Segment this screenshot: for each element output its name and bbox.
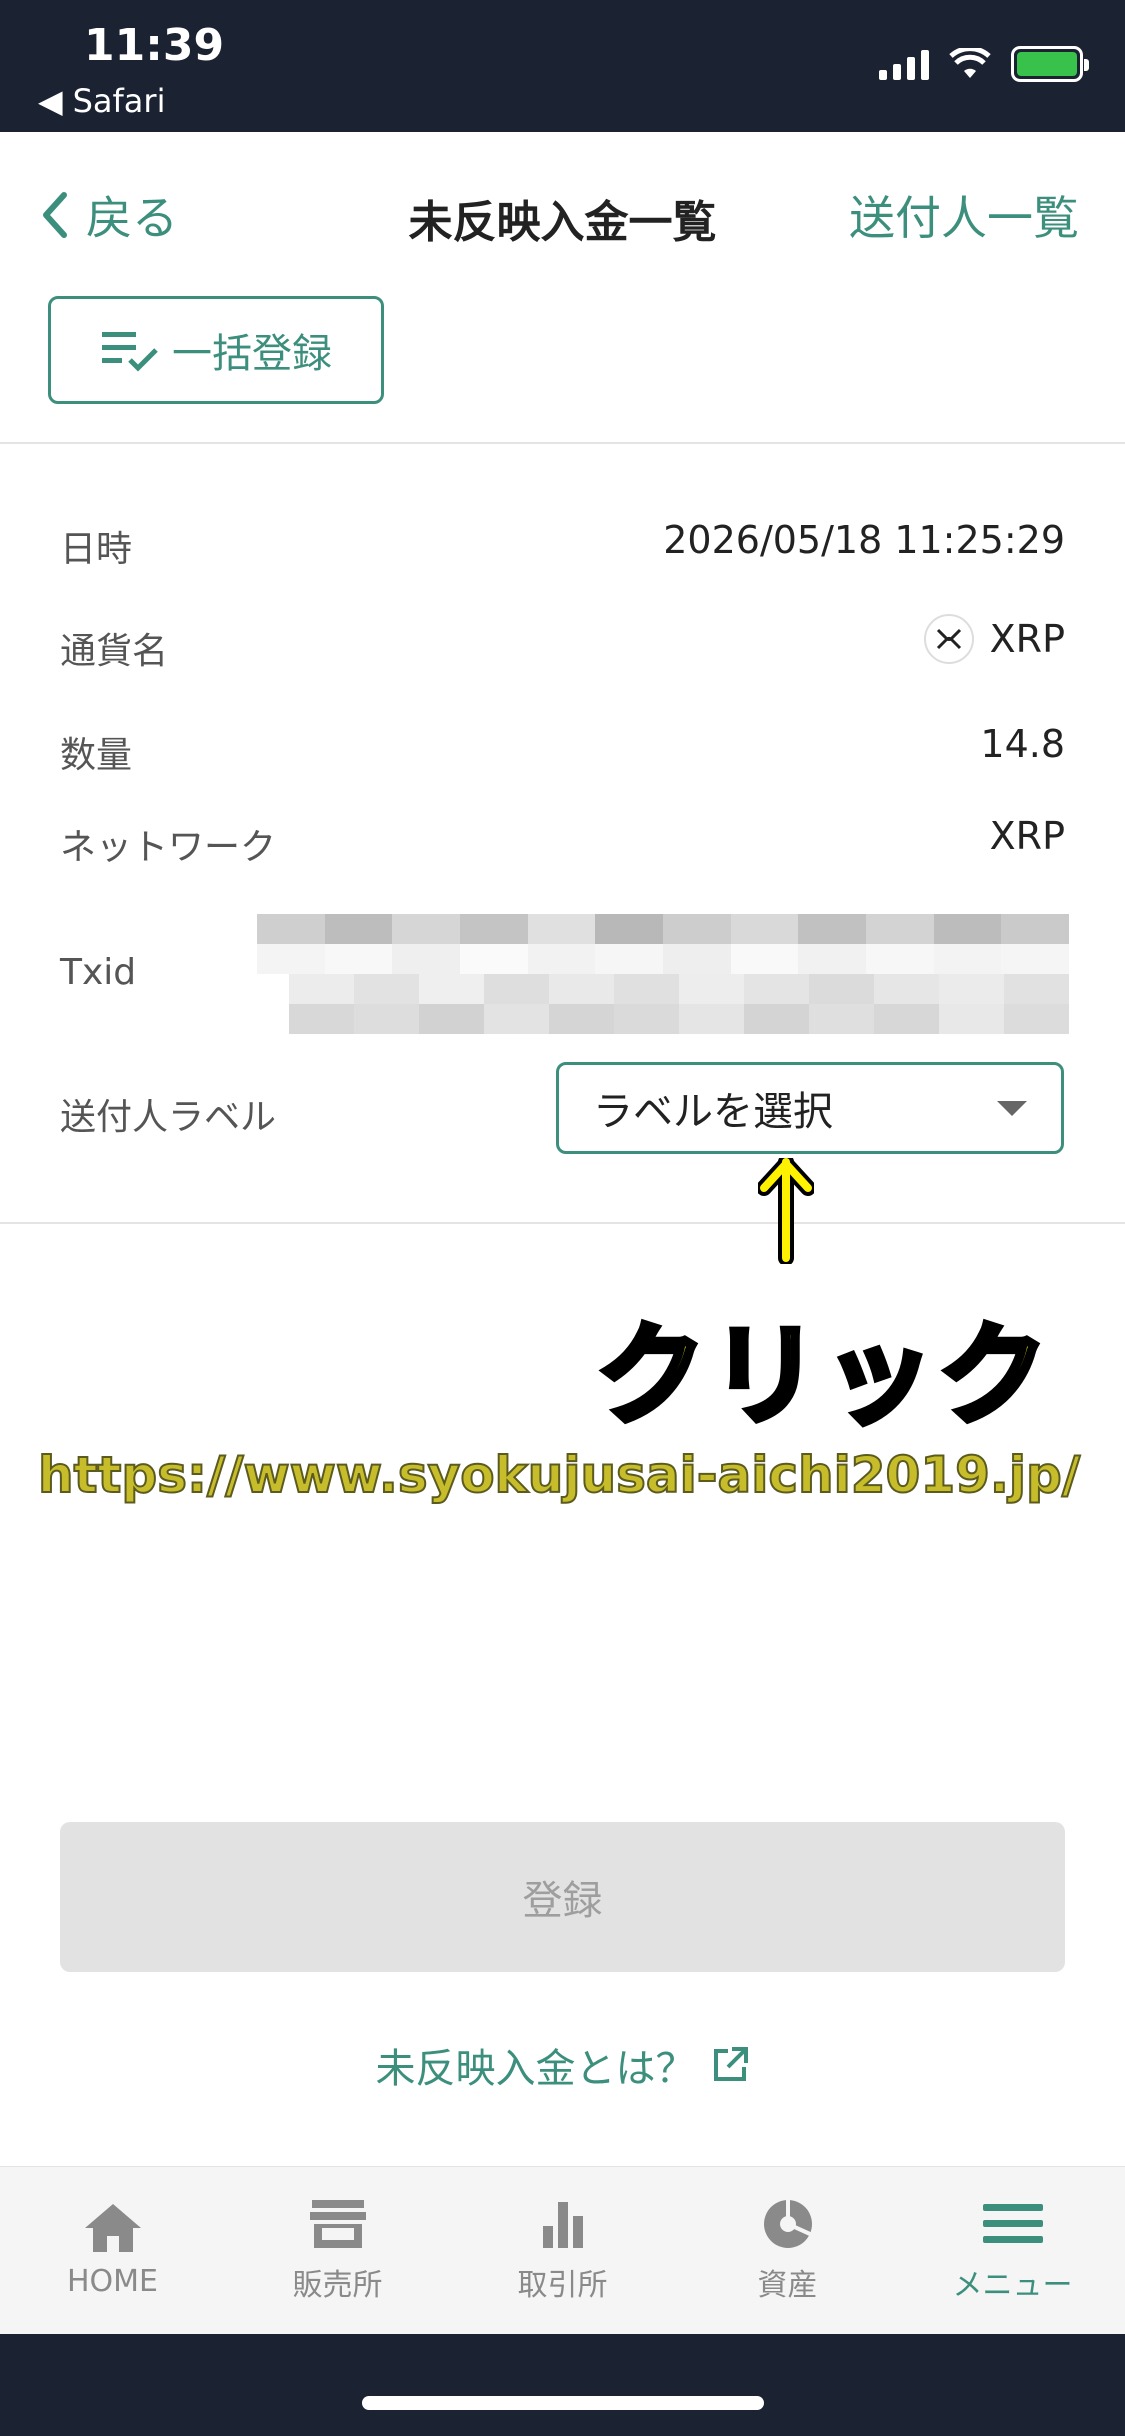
tab-bar: HOME 販売所 取引所 資産 メニュー	[0, 2166, 1125, 2334]
annotation-click-text: クリック	[593, 1309, 1052, 1443]
list-check-icon	[102, 332, 158, 372]
status-bar: 11:39 ◀ Safari	[0, 0, 1125, 132]
sender-label-label: 送付人ラベル	[60, 1097, 277, 1138]
status-back-to-app[interactable]: ◀ Safari	[38, 82, 165, 120]
wifi-icon	[949, 48, 991, 78]
sender-list-link[interactable]: 送付人一覧	[849, 182, 1079, 248]
status-time: 11:39	[84, 20, 225, 71]
datetime-label: 日時	[60, 529, 133, 570]
currency-value: XRP	[989, 617, 1065, 661]
txid-label: Txid	[60, 952, 137, 993]
amount-label: 数量	[60, 735, 133, 776]
pie-chart-icon	[763, 2199, 812, 2248]
divider	[0, 1222, 1125, 1224]
tab-label: 資産	[757, 2267, 818, 2303]
cellular-signal-icon	[879, 48, 929, 80]
currency-label: 通貨名	[60, 631, 169, 672]
caret-down-icon	[997, 1100, 1027, 1116]
home-icon	[84, 2204, 141, 2252]
select-placeholder: ラベルを選択	[593, 1089, 833, 1135]
home-indicator[interactable]	[362, 2396, 764, 2410]
tab-assets[interactable]: 資産	[675, 2167, 900, 2334]
help-link[interactable]: 未反映入金とは？	[0, 2036, 1125, 2094]
currency-value-group: XRP	[923, 614, 1065, 664]
txid-blurred-value	[257, 914, 1070, 974]
watermark-url: https://www.syokujusai-aichi2019.jp/	[37, 1445, 1081, 1505]
menu-icon	[982, 2203, 1043, 2243]
xrp-logo-icon	[923, 614, 974, 664]
bar-chart-icon	[542, 2201, 583, 2248]
register-button[interactable]: 登録	[60, 1822, 1065, 1972]
divider	[0, 442, 1125, 444]
bulk-register-label: 一括登録	[172, 331, 332, 377]
help-link-label: 未反映入金とは？	[375, 2046, 696, 2092]
external-link-icon	[713, 2047, 748, 2081]
datetime-value: 2026/05/18 11:25:29	[663, 518, 1065, 562]
status-icons	[879, 46, 1089, 82]
tab-label: メニュー	[952, 2267, 1073, 2303]
tab-label: 取引所	[517, 2267, 608, 2303]
nav-header: 戻る 未反映入金一覧 送付人一覧	[0, 132, 1125, 292]
tab-menu[interactable]: メニュー	[900, 2167, 1125, 2334]
annotation-arrow-up-icon	[758, 1158, 814, 1264]
sender-label-select[interactable]: ラベルを選択	[556, 1062, 1064, 1154]
bulk-register-button[interactable]: 一括登録	[48, 296, 384, 404]
network-label: ネットワーク	[60, 827, 277, 868]
network-value: XRP	[989, 814, 1065, 858]
store-icon	[309, 2199, 366, 2248]
tab-store[interactable]: 販売所	[225, 2167, 450, 2334]
tab-exchange[interactable]: 取引所	[450, 2167, 675, 2334]
tab-home[interactable]: HOME	[0, 2167, 225, 2334]
tab-label: 販売所	[292, 2267, 383, 2303]
back-triangle-icon: ◀	[38, 82, 63, 120]
txid-blurred-value-2	[289, 974, 1069, 1034]
status-back-app-label: Safari	[72, 82, 166, 120]
tab-label: HOME	[66, 2264, 158, 2299]
battery-icon	[1011, 46, 1089, 82]
amount-value: 14.8	[980, 722, 1065, 766]
home-indicator-area	[0, 2334, 1125, 2436]
